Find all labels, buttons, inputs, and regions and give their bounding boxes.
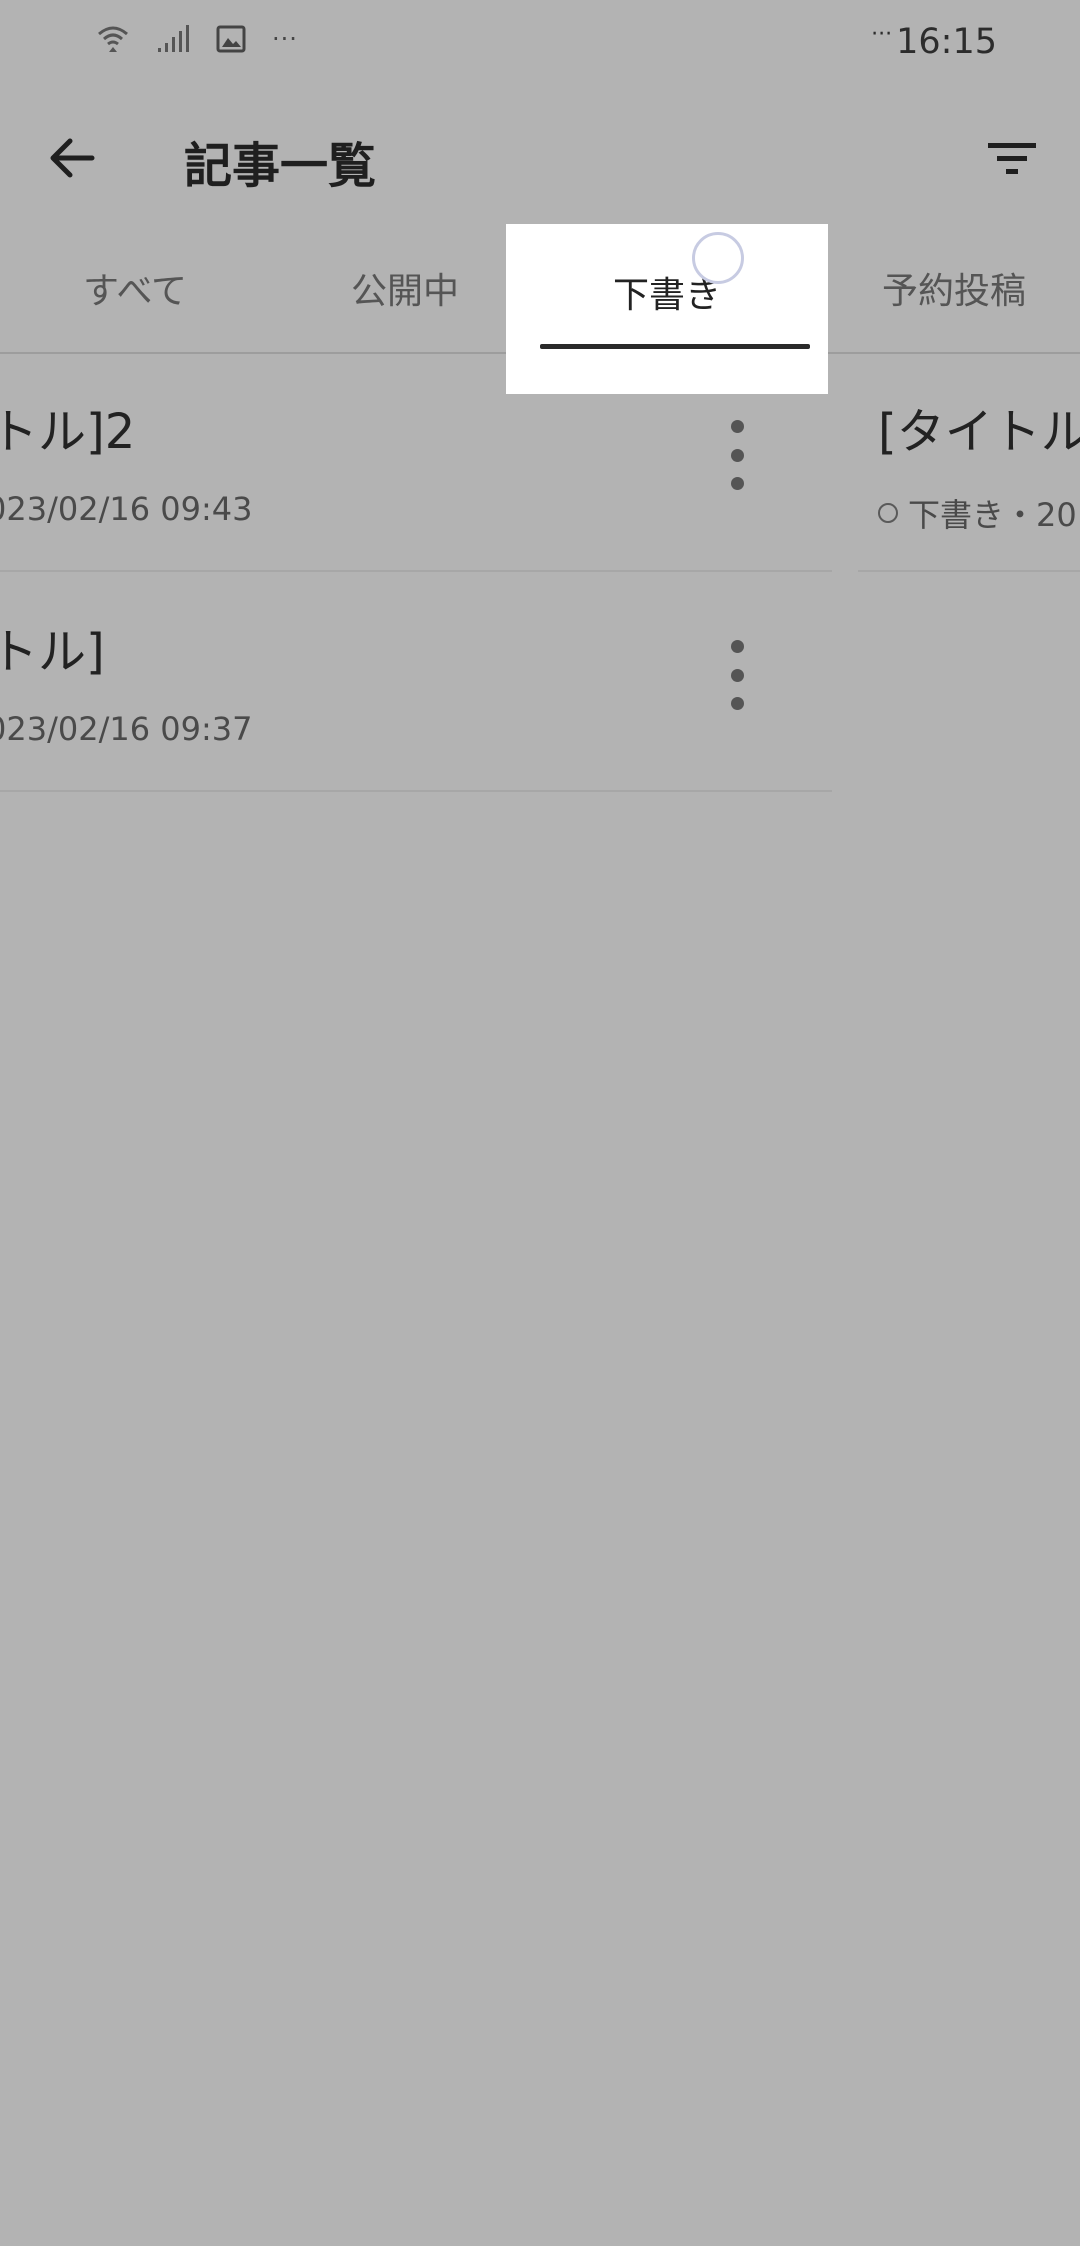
article-title: [タイトル xyxy=(878,404,1080,460)
tab-label: すべて xyxy=(82,271,188,312)
tab-bar: すべて 公開中 下書き 予約投稿 xyxy=(0,224,1080,394)
article-date: 023/02/16 09:43 xyxy=(0,490,253,528)
status-icons: ··· xyxy=(96,22,298,56)
page-title: 記事一覧 xyxy=(184,138,377,194)
article-title: トル]2 xyxy=(0,404,136,460)
clock-text: 16:15 xyxy=(896,22,997,62)
status-overflow-dots: ··· xyxy=(272,25,298,53)
status-bar: ··· ··· 16:15 xyxy=(0,0,1080,90)
image-icon xyxy=(216,25,246,53)
tab-label: 予約投稿 xyxy=(881,271,1026,312)
article-meta: 下書き・20 xyxy=(908,496,1077,534)
article-title: トル] xyxy=(0,624,105,680)
active-tab-indicator xyxy=(540,344,810,349)
wifi-icon xyxy=(98,26,128,52)
status-time: ··· 16:15 xyxy=(871,22,997,62)
tab-published[interactable]: 公開中 xyxy=(270,224,540,352)
status-time-prefix: ··· xyxy=(871,22,893,47)
app-bar: 記事一覧 xyxy=(0,90,1080,225)
article-date: 023/02/16 09:37 xyxy=(0,710,253,748)
tab-label: 公開中 xyxy=(350,271,459,312)
list-item[interactable]: トル]2 023/02/16 09:43 xyxy=(0,352,832,572)
more-options-icon[interactable] xyxy=(722,420,752,490)
back-arrow-icon[interactable] xyxy=(44,130,100,186)
article-status: 下書き・20 xyxy=(878,490,1077,536)
more-options-icon[interactable] xyxy=(722,640,752,710)
filter-icon[interactable] xyxy=(984,134,1040,184)
list-item[interactable]: [タイトル 下書き・20 xyxy=(858,352,1080,572)
touch-ripple xyxy=(692,232,744,284)
signal-icon xyxy=(158,25,189,52)
tab-all[interactable]: すべて xyxy=(0,224,270,352)
list-item[interactable]: トル] 023/02/16 09:37 xyxy=(0,572,832,792)
tab-scheduled[interactable]: 予約投稿 xyxy=(828,224,1080,352)
draft-article-list: トル]2 023/02/16 09:43 トル] 023/02/16 09:37 xyxy=(0,352,832,792)
draft-status-icon xyxy=(878,503,898,523)
next-page-list: [タイトル 下書き・20 xyxy=(858,352,1080,572)
